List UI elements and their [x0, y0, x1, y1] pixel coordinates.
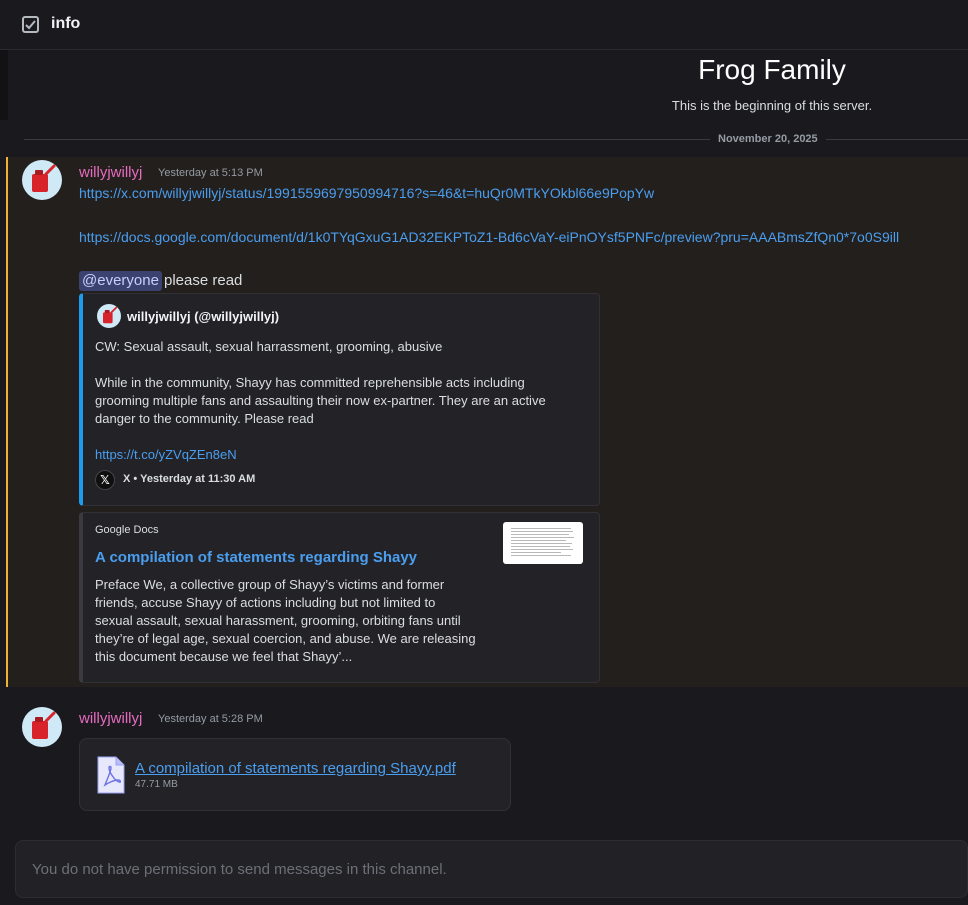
channel-header: info	[0, 0, 968, 50]
file-attachment[interactable]: A compilation of statements regarding Sh…	[79, 738, 511, 811]
embed-author-avatar[interactable]	[97, 304, 121, 328]
embed-text-line: grooming multiple fans and assaulting th…	[95, 393, 546, 408]
date-divider: November 20, 2025	[710, 132, 826, 147]
document-thumbnail[interactable]	[503, 522, 583, 564]
channel-name: info	[51, 15, 81, 32]
embed-short-link[interactable]: https://t.co/yZVqZEn8eN	[95, 446, 237, 464]
embed-description-line: sexual assault, sexual harassment, groom…	[95, 613, 461, 628]
avatar[interactable]	[22, 160, 62, 200]
checkbox-icon	[22, 16, 39, 33]
embed-footer: X • Yesterday at 11:30 AM	[123, 473, 256, 485]
embed-author[interactable]: willyjwillyj (@willyjwillyj)	[127, 309, 279, 324]
x-status-link[interactable]: https://x.com/willyjwillyj/status/199155…	[79, 185, 654, 201]
message-timestamp[interactable]: Yesterday at 5:28 PM	[158, 713, 263, 725]
server-title: Frog Family	[698, 54, 846, 85]
pdf-file-icon	[96, 755, 126, 795]
attachment-size: 47.71 MB	[135, 779, 178, 790]
embed-title-link[interactable]: A compilation of statements regarding Sh…	[95, 549, 417, 566]
avatar[interactable]	[22, 707, 62, 747]
embed-content-warning: CW: Sexual assault, sexual harrassment, …	[95, 339, 443, 354]
x-logo-icon: 𝕏	[95, 470, 115, 490]
embed-text-line: danger to the community. Please read	[95, 411, 314, 426]
message-author[interactable]: willyjwillyj	[79, 710, 142, 727]
message-text: please read	[164, 272, 243, 289]
embed-description-line: they’re of legal age, sexual coercion, a…	[95, 631, 476, 646]
message-timestamp[interactable]: Yesterday at 5:13 PM	[158, 167, 263, 179]
embed-description-line: this document because we feel that Shayy…	[95, 649, 353, 664]
embed-provider[interactable]: Google Docs	[95, 524, 159, 536]
embed-description-line: Preface We, a collective group of Shayy’…	[95, 577, 445, 592]
message-composer: You do not have permission to send messa…	[15, 840, 968, 898]
attachment-filename[interactable]: A compilation of statements regarding Sh…	[135, 760, 456, 777]
x-embed: willyjwillyj (@willyjwillyj) CW: Sexual …	[79, 293, 600, 506]
everyone-mention[interactable]: @everyone	[79, 271, 162, 291]
date-divider-line	[24, 139, 968, 140]
google-docs-embed: Google Docs A compilation of statements …	[79, 512, 600, 683]
message-author[interactable]: willyjwillyj	[79, 164, 142, 181]
google-docs-link[interactable]: https://docs.google.com/document/d/1k0TY…	[79, 229, 899, 245]
embed-description-line: friends, accuse Shayy of actions includi…	[95, 595, 436, 610]
composer-disabled-text: You do not have permission to send messa…	[32, 861, 447, 878]
embed-text-line: While in the community, Shayy has commit…	[95, 375, 525, 390]
server-intro-subtitle: This is the beginning of this server.	[671, 98, 873, 113]
